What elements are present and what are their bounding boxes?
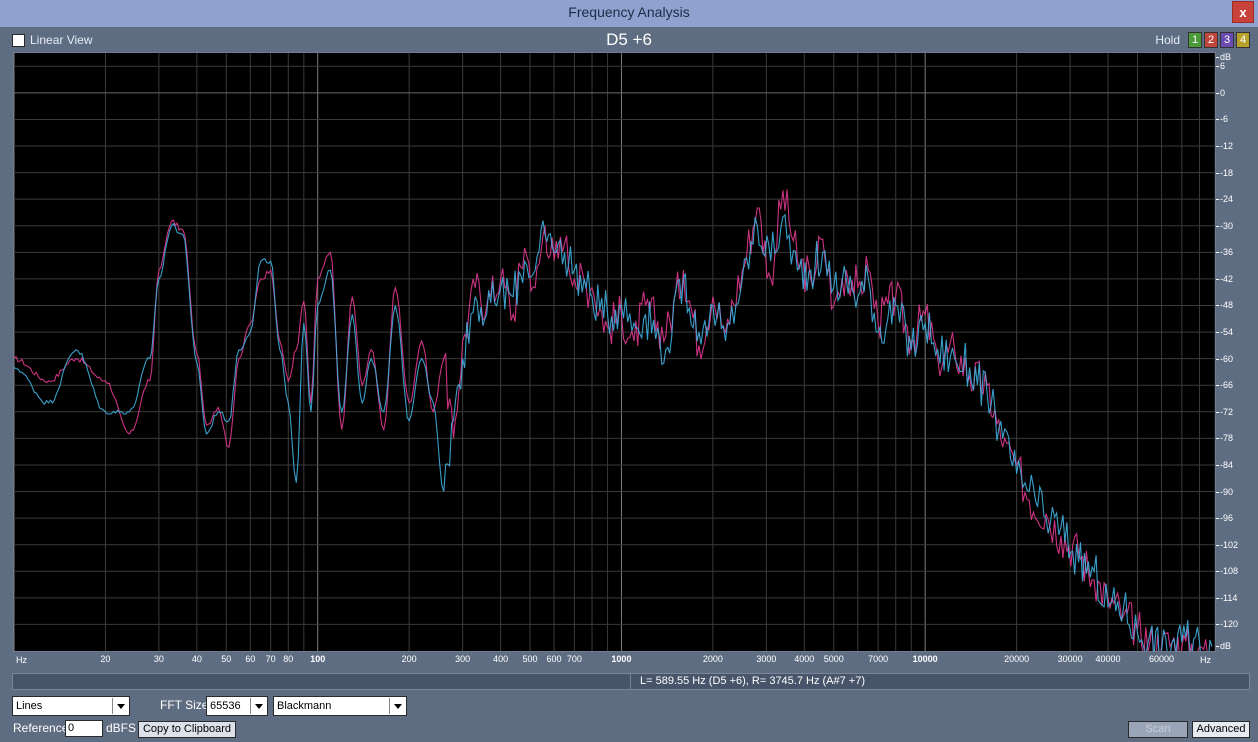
db-axis: dB 6 0 -6 -12 -18 -24 -30 -36 -42 -48 -54 -60 -66 -72 -… [1215,52,1254,652]
frequency-tick-label: 7000 [868,654,889,664]
db-tick-label: -72 [1215,406,1234,417]
hold-button-2[interactable]: 2 [1204,32,1218,48]
frequency-tick-label: 600 [546,654,562,664]
db-tick-label: -84 [1215,459,1234,470]
scan-button[interactable]: Scan [1128,721,1188,738]
linear-view-toggle[interactable]: Linear View [12,33,92,47]
fft-size-value: 65536 [210,700,241,712]
display-mode-select[interactable]: Lines [12,696,130,716]
frequency-tick-label: 300 [455,654,471,664]
db-tick-label: -6 [1215,114,1229,125]
frequency-tick-label: 10000 [912,654,938,664]
linear-view-label: Linear View [30,33,93,47]
hold-button-4[interactable]: 4 [1236,32,1250,48]
frequency-tick-label: 700 [566,654,582,664]
close-button[interactable]: x [1232,1,1254,23]
db-tick-label: -90 [1215,486,1234,497]
window-title: Frequency Analysis [568,4,690,20]
frequency-tick-label: 200 [401,654,417,664]
fft-size-select[interactable]: 65536 [206,696,268,716]
db-tick-label: -96 [1215,513,1234,524]
chevron-down-icon[interactable] [250,698,266,714]
frequency-tick-label: 2000 [702,654,723,664]
frequency-tick-label: 5000 [823,654,844,664]
db-tick-label: -24 [1215,194,1234,205]
db-tick-label: -102 [1215,539,1239,550]
frequency-tick-label: 40000 [1095,654,1121,664]
db-tick-label: -66 [1215,380,1234,391]
reference-unit: dBFS [106,721,137,735]
spectrum-trace-1 [14,189,1212,651]
status-bar: L= 589.55 Hz (D5 +6), R= 3745.7 Hz (A#7 … [12,673,1250,690]
fft-size-label: FFT Size [160,698,209,712]
hold-label: Hold [1155,33,1180,47]
frequency-tick-label: 4000 [794,654,815,664]
frequency-tick-label: 60 [245,654,256,664]
frequency-tick-label: 40 [191,654,202,664]
db-tick-label: -36 [1215,247,1234,258]
chevron-down-icon[interactable] [389,698,405,714]
hz-unit-left: Hz [16,655,27,665]
frequency-tick-label: 20000 [1004,654,1030,664]
frequency-axis: Hz Hz 20 30 40 50 60 70 80 100 200 300 400 500 600 70… [13,652,1216,668]
display-mode-value: Lines [16,700,43,712]
chevron-down-icon[interactable] [112,698,128,714]
advanced-button[interactable]: Advanced [1192,721,1250,738]
cursor-readout: L= 589.55 Hz (D5 +6), R= 3745.7 Hz (A#7 … [640,675,866,687]
hold-button-3[interactable]: 3 [1220,32,1234,48]
db-tick-label: 0 [1215,87,1226,98]
hold-controls: Hold 1 2 3 4 [1155,32,1250,48]
frequency-tick-label: 500 [522,654,538,664]
db-tick-label: -48 [1215,300,1234,311]
db-tick-label: -12 [1215,141,1234,152]
db-tick-label: 6 [1215,61,1226,72]
window-function-value: Blackmann [277,700,332,712]
status-left-pane [13,674,631,689]
frequency-tick-label: 400 [493,654,509,664]
db-tick-label: -120 [1215,619,1239,630]
reference-label: Reference [13,721,69,735]
db-tick-label: dB [1215,641,1232,651]
spectrum-trace-2 [14,213,1213,651]
note-display: D5 +6 [606,30,652,49]
db-tick-label: -78 [1215,433,1234,444]
frequency-tick-label: 1000 [611,654,632,664]
spectrum-chart [14,53,1215,651]
copy-to-clipboard-button[interactable]: Copy to Clipboard [138,721,236,738]
db-tick-label: -42 [1215,273,1234,284]
db-tick-label: -114 [1215,592,1238,603]
frequency-tick-label: 50 [221,654,232,664]
hold-button-1[interactable]: 1 [1188,32,1202,48]
bottom-controls: Lines FFT Size 65536 Blackmann Reference… [0,694,1258,742]
frequency-tick-label: 3000 [756,654,777,664]
frequency-tick-label: 100 [310,654,326,664]
title-bar: Frequency Analysis x [0,0,1258,27]
db-tick-label: -54 [1215,327,1234,338]
frequency-tick-label: 20 [100,654,111,664]
db-tick-label: -108 [1215,566,1239,577]
frequency-tick-label: 70 [265,654,276,664]
reference-input[interactable]: 0 [65,720,103,737]
frequency-tick-label: 30000 [1057,654,1083,664]
frequency-tick-label: 80 [283,654,294,664]
spectrum-plot[interactable] [13,52,1216,652]
db-tick-label: -18 [1215,167,1234,178]
db-tick-label: -30 [1215,220,1234,231]
db-tick-label: -60 [1215,353,1234,364]
frequency-tick-label: 30 [153,654,164,664]
frequency-tick-label: 60000 [1149,654,1175,664]
linear-view-checkbox[interactable] [12,33,25,47]
hz-unit-right: Hz [1200,655,1211,665]
window-function-select[interactable]: Blackmann [273,696,407,716]
top-toolbar: Linear View D5 +6 Hold 1 2 3 4 [0,28,1258,52]
